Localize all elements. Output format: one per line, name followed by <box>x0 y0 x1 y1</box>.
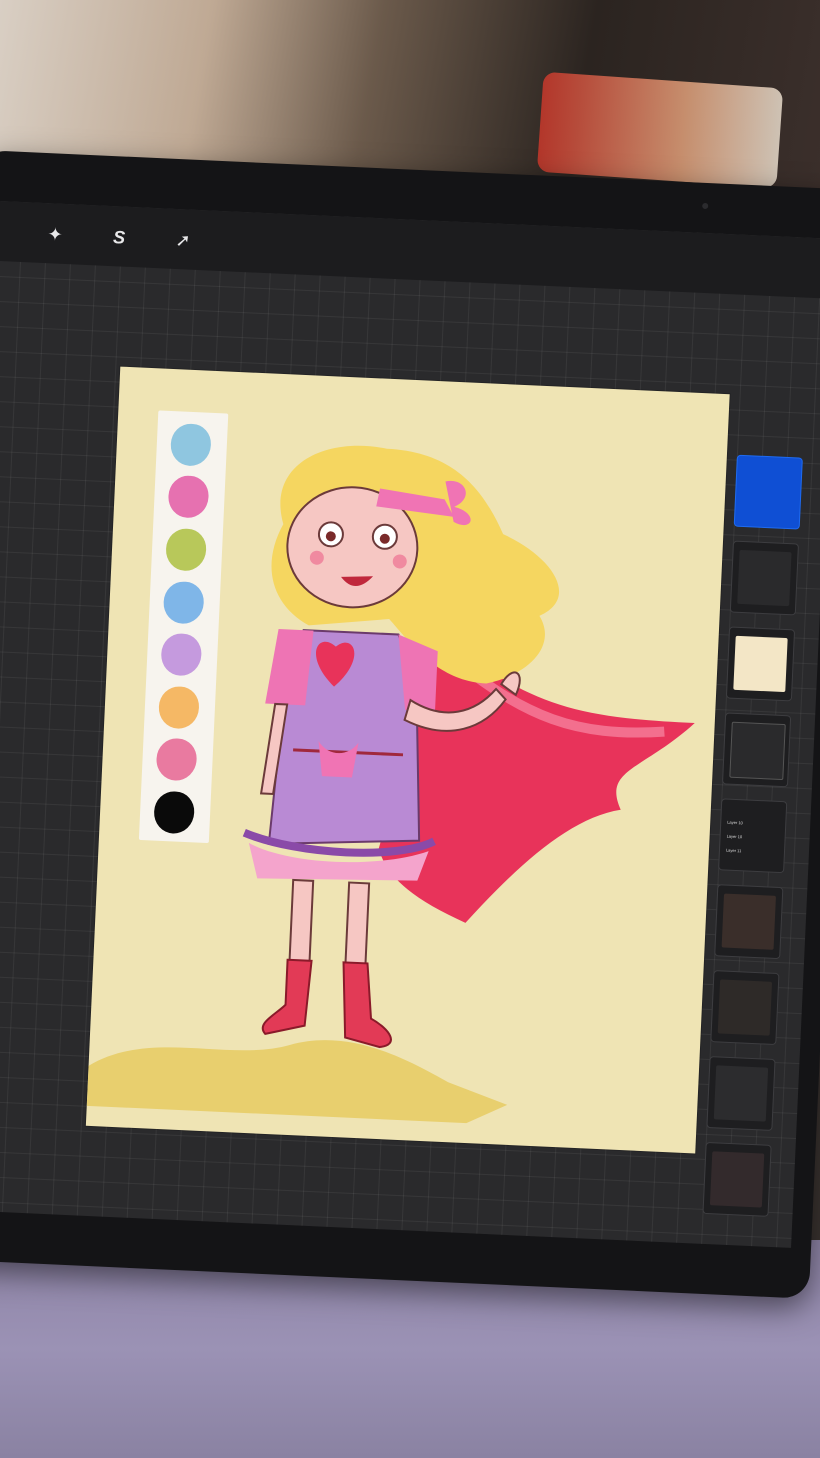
tablet-device: ✦ S ➚ Layer 10 Layer 10 Layer 11 <box>0 150 820 1299</box>
layer-thumbnail[interactable] <box>729 540 799 616</box>
layer-thumbnail-selected[interactable] <box>733 454 803 530</box>
layer-thumbnail[interactable] <box>714 884 784 960</box>
selection-tool-icon[interactable]: S <box>104 222 135 253</box>
drawing-canvas[interactable] <box>85 366 730 1154</box>
layer-name: Layer 11 <box>725 847 742 854</box>
app-screen: ✦ S ➚ Layer 10 Layer 10 Layer 11 <box>0 200 820 1248</box>
left-boot <box>261 958 313 1035</box>
camera-dot <box>702 202 709 210</box>
layer-group-thumbnail[interactable]: Layer 10 Layer 10 Layer 11 <box>718 798 788 874</box>
background-object <box>536 71 784 189</box>
character-illustration <box>86 445 695 1124</box>
right-boot <box>342 961 392 1049</box>
top-toolbar: ✦ S ➚ <box>0 200 820 299</box>
ground-shadow <box>86 1040 508 1124</box>
adjustments-tool-icon[interactable]: ✦ <box>40 219 71 250</box>
layer-name: Layer 10 <box>727 819 743 826</box>
layer-name: Layer 10 <box>726 833 743 840</box>
layer-thumbnail[interactable] <box>706 1056 776 1131</box>
layer-thumbnail[interactable] <box>710 970 780 1046</box>
layer-thumbnail[interactable] <box>702 1141 772 1217</box>
layer-thumbnail[interactable] <box>725 626 796 702</box>
layer-thumbnail[interactable] <box>721 712 792 788</box>
transform-tool-icon[interactable]: ➚ <box>167 225 198 256</box>
